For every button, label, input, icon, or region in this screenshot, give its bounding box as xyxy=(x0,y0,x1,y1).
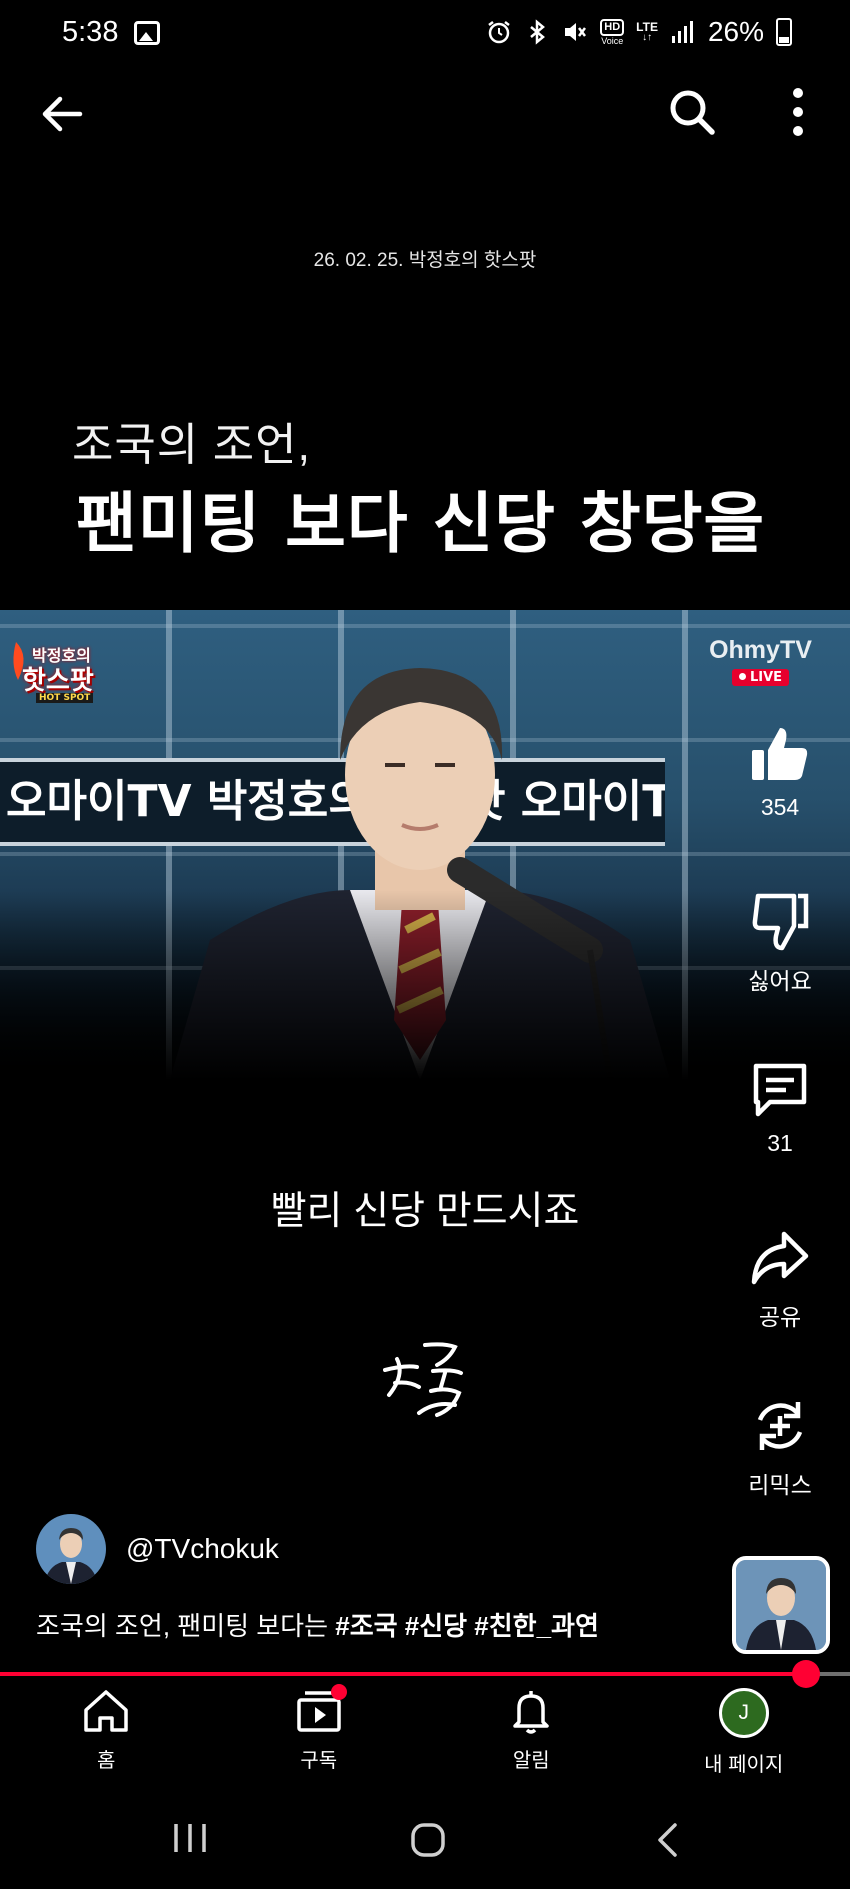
subscriptions-badge-dot xyxy=(330,1684,347,1700)
more-vert-icon[interactable] xyxy=(780,84,816,140)
hd-label: HD xyxy=(600,18,625,36)
home-icon xyxy=(84,1690,128,1732)
video-caption: 빨리 신당 만드시죠 xyxy=(270,1190,580,1233)
nav-home[interactable]: 홈 xyxy=(0,1676,213,1786)
sound-thumbnail[interactable] xyxy=(732,1556,830,1654)
broadcaster-name: OhmyTV xyxy=(709,636,812,664)
nav-notifications-label: 알림 xyxy=(512,1750,550,1772)
signal-icon xyxy=(671,21,693,43)
home-circle-icon[interactable] xyxy=(410,1822,446,1858)
battery-icon xyxy=(776,18,792,46)
status-time: 5:38 xyxy=(62,16,119,48)
video-hashtags[interactable]: #조국 #신당 #친한_과연 xyxy=(335,1611,599,1641)
alarm-icon xyxy=(488,21,511,44)
remix-icon xyxy=(757,1402,803,1450)
video-date-line: 26. 02. 25. 박정호의 핫스팟 xyxy=(313,250,537,271)
share-button[interactable]: 공유 xyxy=(730,1228,830,1332)
video-headline-big: 팬미팅 보다 신당 창당을 xyxy=(76,485,766,562)
comment-count: 31 xyxy=(767,1130,793,1156)
video-title[interactable]: 조국의 조언, 팬미팅 보다는 #조국 #신당 #친한_과연 xyxy=(36,1606,599,1643)
thumbs-up-icon xyxy=(752,728,808,780)
remix-button[interactable]: 리믹스 xyxy=(730,1396,830,1500)
nav-subscriptions-label: 구독 xyxy=(300,1750,338,1772)
program-logo-line2: 핫스팟 xyxy=(22,666,94,696)
program-logo-line3: HOT SPOT xyxy=(36,693,94,703)
bottom-nav: 홈 구독 알림 J 내 페이지 xyxy=(0,1676,850,1786)
mute-icon xyxy=(565,23,587,41)
sound-portrait-icon xyxy=(736,1560,826,1650)
channel-avatar[interactable] xyxy=(36,1514,106,1584)
system-back-icon[interactable] xyxy=(655,1822,679,1858)
status-icons: HD Voice LTE ↓↑ 26% xyxy=(486,16,792,48)
thumbs-down-icon xyxy=(752,893,809,951)
dislike-button[interactable]: 싫어요 xyxy=(730,892,830,996)
live-badge: LIVE xyxy=(731,669,790,686)
nav-my-page[interactable]: J 내 페이지 xyxy=(638,1676,850,1786)
bell-icon xyxy=(513,1691,549,1734)
channel-handle[interactable]: @TVchokuk xyxy=(126,1533,279,1565)
nav-subscriptions[interactable]: 구독 xyxy=(213,1676,426,1786)
share-label: 공유 xyxy=(758,1304,802,1330)
avatar-portrait-icon xyxy=(36,1514,106,1584)
comment-icon xyxy=(753,1063,807,1117)
system-nav-bar xyxy=(0,1786,850,1889)
status-bar: 5:38 HD Voice LTE ↓↑ 26% xyxy=(0,0,850,70)
nav-notifications[interactable]: 알림 xyxy=(425,1676,638,1786)
battery-percent: 26% xyxy=(707,16,764,47)
like-count: 354 xyxy=(760,794,800,820)
gallery-icon xyxy=(134,21,160,45)
hd-sub-label: Voice xyxy=(601,35,624,46)
video-headline-small: 조국의 조언, xyxy=(72,419,312,470)
lte-icon: LTE ↓↑ xyxy=(636,20,658,43)
share-icon xyxy=(751,1231,809,1285)
program-logo: 박정호의 핫스팟 HOT SPOT xyxy=(10,636,105,710)
nav-home-label: 홈 xyxy=(97,1750,116,1772)
channel-row[interactable]: @TVchokuk xyxy=(36,1514,279,1584)
comment-button[interactable]: 31 xyxy=(730,1060,830,1157)
remix-label: 리믹스 xyxy=(748,1472,812,1498)
dislike-label: 싫어요 xyxy=(748,968,812,994)
signature-mark xyxy=(383,1342,463,1417)
back-arrow-icon[interactable] xyxy=(36,88,88,140)
bluetooth-icon xyxy=(530,19,546,45)
user-avatar: J xyxy=(718,1688,769,1738)
video-title-text: 조국의 조언, 팬미팅 보다는 xyxy=(36,1611,336,1641)
hd-voice-icon: HD Voice xyxy=(600,18,625,46)
search-icon[interactable] xyxy=(664,84,720,140)
recents-icon[interactable] xyxy=(172,1822,208,1854)
broadcaster-logo: OhmyTV LIVE xyxy=(703,636,818,694)
like-button[interactable]: 354 xyxy=(730,724,830,821)
nav-my-page-label: 내 페이지 xyxy=(704,1754,784,1776)
